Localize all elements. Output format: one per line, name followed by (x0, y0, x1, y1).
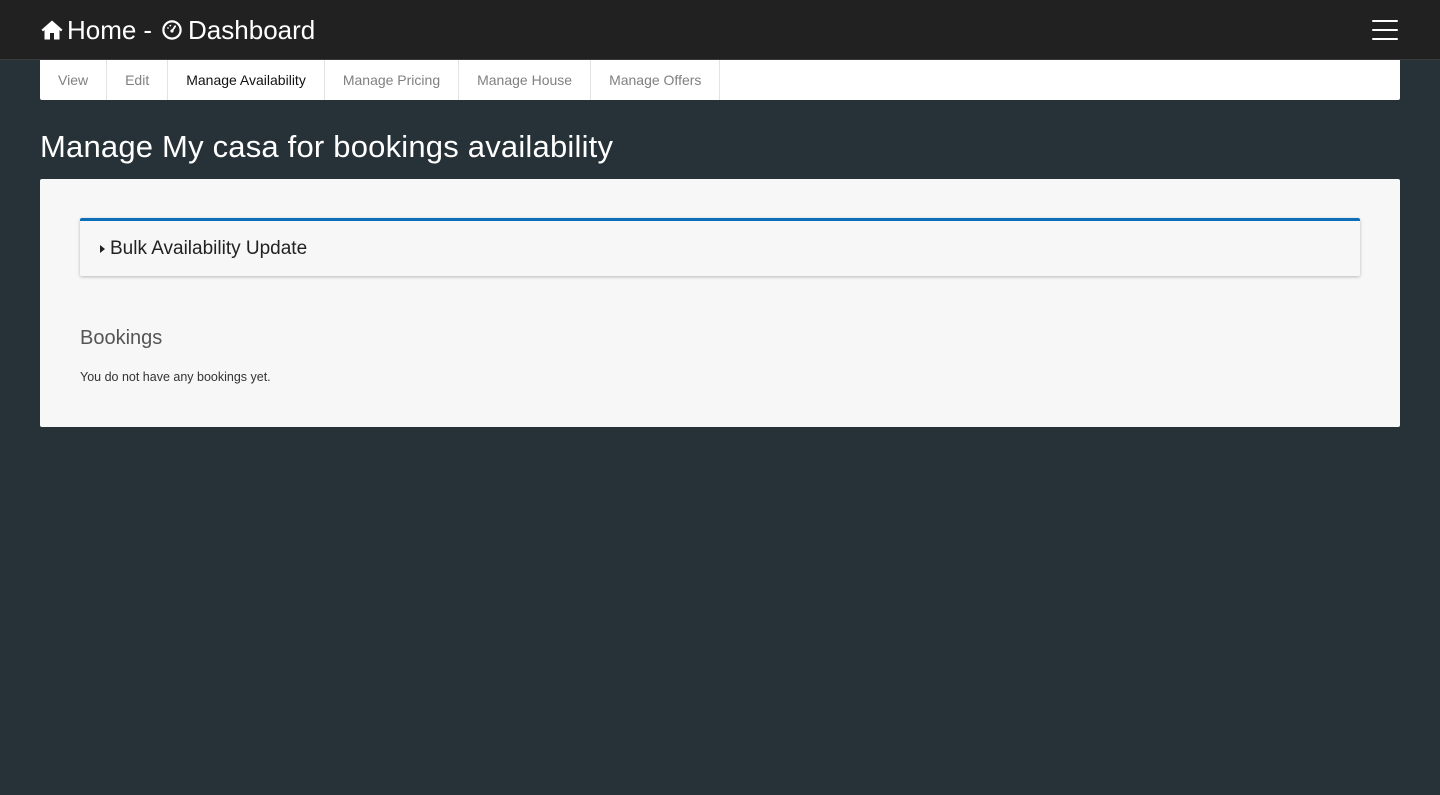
hamburger-line (1372, 20, 1398, 22)
tab-view[interactable]: View (40, 60, 108, 100)
tab-manage-pricing[interactable]: Manage Pricing (325, 60, 460, 100)
caret-right-icon (100, 245, 105, 253)
bookings-heading: Bookings (80, 327, 163, 349)
hamburger-menu-icon[interactable] (1370, 18, 1400, 42)
tab-manage-offers[interactable]: Manage Offers (591, 60, 721, 100)
hamburger-line (1372, 29, 1398, 31)
dashboard-gauge-icon[interactable] (160, 18, 184, 42)
tab-manage-house[interactable]: Manage House (459, 60, 592, 100)
tab-manage-availability[interactable]: Manage Availability (168, 60, 325, 100)
page-title: Manage My casa for bookings availability (40, 129, 614, 164)
tab-bar: View Edit Manage Availability Manage Pri… (40, 60, 1400, 100)
bulk-availability-accordion[interactable]: Bulk Availability Update (80, 218, 1360, 276)
accordion-label: Bulk Availability Update (110, 237, 308, 259)
main-card: Bulk Availability Update Bookings You do… (40, 179, 1400, 427)
bookings-empty-message: You do not have any bookings yet. (80, 370, 271, 384)
breadcrumb: Home - Dashboard (40, 0, 315, 60)
tab-edit[interactable]: Edit (107, 60, 169, 100)
home-link[interactable]: Home (67, 17, 136, 43)
breadcrumb-separator: - (143, 15, 153, 45)
hamburger-line (1372, 38, 1398, 40)
top-navbar: Home - Dashboard (0, 0, 1440, 60)
home-icon[interactable] (40, 18, 64, 42)
dashboard-link[interactable]: Dashboard (188, 17, 315, 43)
